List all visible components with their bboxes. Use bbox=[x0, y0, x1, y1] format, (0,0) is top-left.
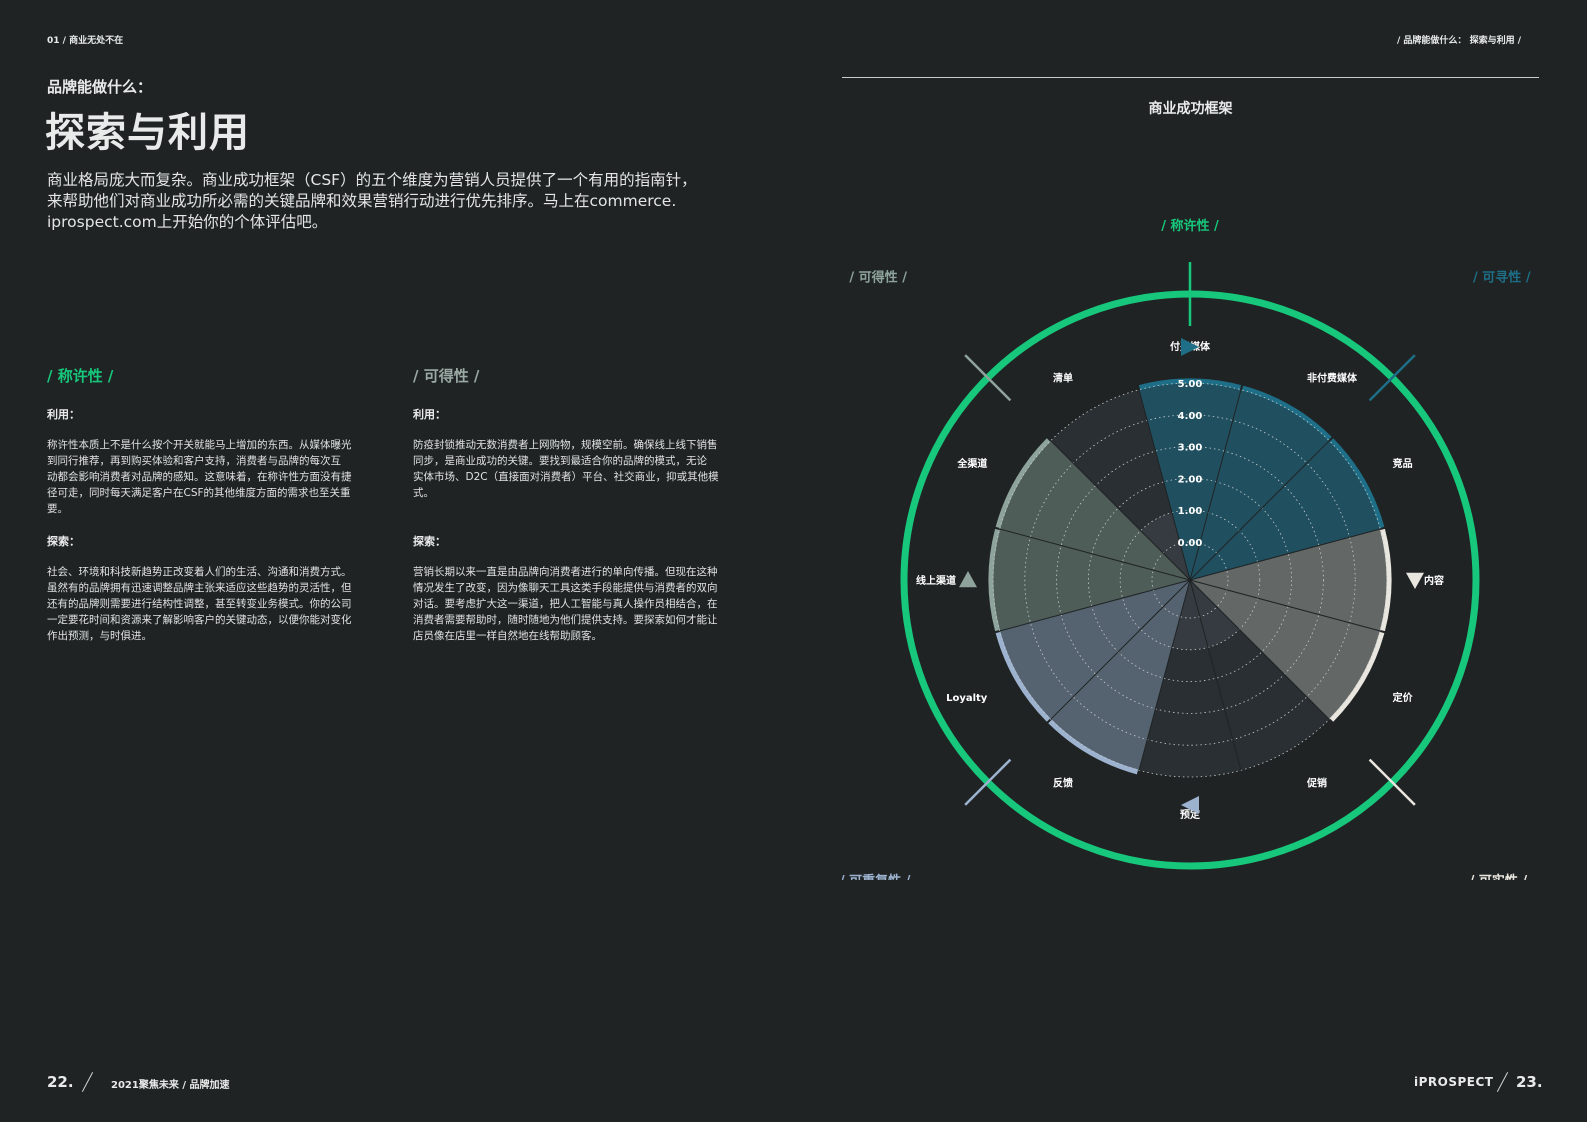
footer-publication: 2021聚焦未来 / 品牌加速 bbox=[111, 1080, 230, 1091]
page-number-right: 23. bbox=[1516, 1073, 1543, 1091]
category-label: 竞品 bbox=[1392, 457, 1413, 470]
scale-label: 2.00 bbox=[1178, 474, 1203, 485]
title-kicker: 品牌能做什么： bbox=[47, 78, 153, 96]
text-line: 到同行推荐，再到购买体验和客户支持，消费者与品牌的每次互 bbox=[47, 455, 341, 467]
category-label: 反馈 bbox=[1053, 777, 1073, 790]
dimension-label: / 可得性 / bbox=[849, 269, 907, 285]
header-right: / 品牌能做什么： 探索与利用 / bbox=[1397, 36, 1521, 46]
page-title: 探索与利用 bbox=[45, 110, 250, 156]
dimension-label: / 可寻性 / bbox=[1473, 269, 1531, 285]
column-heading: / 可得性 / bbox=[413, 367, 480, 385]
column-heading: / 称许性 / bbox=[47, 367, 114, 385]
text-line: 径可走，同时每天满足客户在CSF的其他维度方面的需求也至关重 bbox=[47, 487, 351, 499]
intro-line: 商业格局庞大而复杂。商业成功框架（CSF）的五个维度为营销人员提供了一个有用的指… bbox=[47, 171, 697, 189]
text-line: 营销长期以来一直是由品牌向消费者进行的单向传播。但现在这种 bbox=[413, 566, 718, 578]
explore-text: 营销长期以来一直是由品牌向消费者进行的单向传播。但现在这种 情况发生了改变，因为… bbox=[413, 564, 733, 644]
intro-paragraph: 商业格局庞大而复杂。商业成功框架（CSF）的五个维度为营销人员提供了一个有用的指… bbox=[47, 170, 737, 233]
footer-divider bbox=[81, 1072, 94, 1092]
header-left: 01 / 商业无处不在 bbox=[47, 36, 124, 46]
category-label: 内容 bbox=[1424, 574, 1444, 587]
scale-label: 0.00 bbox=[1178, 538, 1203, 549]
text-line: 对话。要考虑扩大这一渠道，把人工智能与真人操作员相结合，在 bbox=[413, 598, 718, 610]
use-label: 利用： bbox=[47, 408, 80, 421]
scale-label: 4.00 bbox=[1178, 411, 1203, 422]
text-line: 要。 bbox=[47, 503, 68, 515]
column-desirability: / 称许性 / 利用： 称许性本质上不是什么按个开关就能马上增加的东西。从媒体曝… bbox=[47, 365, 367, 644]
intro-line: iprospect.com上开始你的个体评估吧。 bbox=[47, 213, 328, 231]
text-line: 动都会影响消费者对品牌的感知。这意味着，在称许性方面没有捷 bbox=[47, 471, 352, 483]
use-label: 利用： bbox=[413, 408, 446, 421]
scale-label: 5.00 bbox=[1178, 379, 1203, 390]
text-line: 同步，是商业成功的关键。要找到最适合你的品牌的模式，无论 bbox=[413, 455, 707, 467]
text-line: 作出预测，与时俱进。 bbox=[47, 630, 152, 642]
use-text: 防疫封锁推动无数消费者上网购物，规模空前。确保线上线下销售 同步，是商业成功的关… bbox=[413, 437, 733, 501]
category-label: 促销 bbox=[1306, 777, 1327, 790]
text-line: 情况发生了改变，因为像聊天工具这类手段能提供与消费者的双向 bbox=[413, 582, 718, 594]
text-line: 防疫封锁推动无数消费者上网购物，规模空前。确保线上线下销售 bbox=[413, 439, 718, 451]
dimension-label: / 可实性 / bbox=[1470, 873, 1528, 880]
explore-label: 探索： bbox=[413, 535, 446, 548]
page-number-left: 22. bbox=[47, 1073, 74, 1091]
scale-label: 1.00 bbox=[1178, 506, 1203, 517]
text-line: 式。 bbox=[413, 487, 434, 499]
category-label: Loyalty bbox=[946, 693, 988, 704]
category-label: 清单 bbox=[1053, 371, 1073, 384]
text-line: 消费者需要帮助时，随时随地为他们提供支持。要探索如何才能让 bbox=[413, 614, 718, 626]
text-line: 实体市场、D2C（直接面对消费者）平台、社交商业，抑或其他模 bbox=[413, 471, 719, 483]
dimension-label: / 称许性 / bbox=[1161, 218, 1219, 234]
scale-label: 3.00 bbox=[1178, 443, 1203, 454]
text-line: 店员像在店里一样自然地在线帮助顾客。 bbox=[413, 630, 602, 642]
footer-divider bbox=[1496, 1072, 1509, 1092]
category-label: 全渠道 bbox=[956, 457, 987, 470]
category-label: 定价 bbox=[1393, 691, 1414, 704]
csf-radial-chart: 0.001.002.003.004.005.00付费媒体非付费媒体竞品内容定价促… bbox=[842, 218, 1531, 880]
dimension-triangle-marker bbox=[1406, 572, 1424, 589]
text-line: 还有的品牌则需要进行结构性调整，甚至转变业务模式。你的公司 bbox=[47, 598, 352, 610]
dimension-triangle-marker bbox=[959, 571, 977, 588]
explore-text: 社会、环境和科技新趋势正改变着人们的生活、沟通和消费方式。 虽然有的品牌拥有迅速… bbox=[47, 564, 367, 644]
text-line: 虽然有的品牌拥有迅速调整品牌主张来适应这些趋势的灵活性，但 bbox=[47, 582, 352, 594]
use-text: 称许性本质上不是什么按个开关就能马上增加的东西。从媒体曝光 到同行推荐，再到购买… bbox=[47, 437, 367, 517]
chart-title: 商业成功框架 bbox=[1148, 101, 1233, 117]
category-label: 线上渠道 bbox=[916, 574, 956, 587]
text-line: 称许性本质上不是什么按个开关就能马上增加的东西。从媒体曝光 bbox=[47, 439, 352, 451]
text-line: 一定要花时间和资源来了解影响客户的关键动态，以便你能对变化 bbox=[47, 614, 352, 626]
text-line: 社会、环境和科技新趋势正改变着人们的生活、沟通和消费方式。 bbox=[47, 566, 352, 578]
category-label: 非付费媒体 bbox=[1307, 371, 1358, 384]
dimension-label: / 可重复性 / bbox=[842, 873, 911, 880]
brand-logo: iPROSPECT bbox=[1414, 1075, 1494, 1089]
top-rule bbox=[842, 77, 1539, 78]
column-availability: / 可得性 / 利用： 防疫封锁推动无数消费者上网购物，规模空前。确保线上线下销… bbox=[413, 365, 733, 644]
intro-line: 来帮助他们对商业成功所必需的关键品牌和效果营销行动进行优先排序。马上在comme… bbox=[47, 192, 677, 210]
dimension-triangle-marker bbox=[1181, 338, 1199, 356]
explore-label: 探索： bbox=[47, 535, 80, 548]
